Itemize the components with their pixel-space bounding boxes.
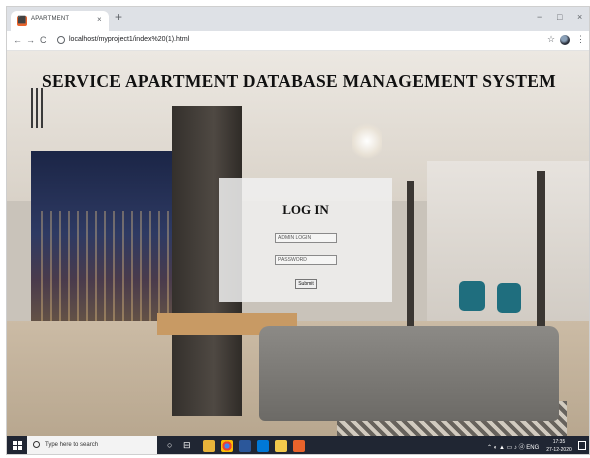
word-icon[interactable] (239, 440, 251, 452)
login-title: LOG IN (282, 202, 329, 217)
task-view-icon[interactable]: ⊟ (183, 440, 191, 451)
page-title: SERVICE APARTMENT DATABASE MANAGEMENT SY… (41, 71, 557, 91)
search-icon (33, 441, 40, 448)
tab-title: APARTMENT (31, 16, 70, 22)
taskbar-search-placeholder: Type here to search (45, 442, 99, 448)
new-tab-button[interactable]: + (115, 10, 122, 24)
address-bar[interactable]: localhost/myproject1/index%20(1).html (55, 34, 555, 48)
taskbar-search-box[interactable]: Type here to search (27, 436, 157, 454)
site-info-icon[interactable] (57, 36, 65, 44)
background-kitchen (427, 161, 589, 341)
profile-avatar-icon[interactable] (560, 35, 570, 45)
page-viewport: SERVICE APARTMENT DATABASE MANAGEMENT SY… (7, 51, 589, 436)
clock-date: 27-12-2020 (546, 447, 572, 453)
background-wall-slats (31, 88, 45, 128)
tab-apartment[interactable]: ⬛ APARTMENT × (11, 11, 109, 31)
background-chair (497, 283, 521, 313)
notification-icon[interactable] (578, 441, 586, 450)
password-input[interactable] (275, 255, 337, 265)
reload-button[interactable]: C (40, 35, 47, 45)
browser-toolbar: ← → C localhost/myproject1/index%20(1).h… (7, 31, 589, 51)
taskbar-clock[interactable]: 17:35 27-12-2020 (545, 438, 573, 454)
xampp-favicon-icon: ⬛ (17, 16, 27, 26)
admin-login-input[interactable] (275, 233, 337, 243)
background-chair (459, 281, 485, 311)
background-post (407, 181, 414, 331)
background-city-lights (41, 211, 181, 321)
tab-close-icon[interactable]: × (97, 15, 102, 24)
language-indicator[interactable]: ENG (526, 445, 539, 451)
browser-window: ⬛ APARTMENT × + − □ × ← → C localhost/my… (6, 6, 590, 455)
login-form: LOG IN Submit (219, 178, 392, 302)
windows-start-icon[interactable] (13, 441, 23, 451)
minimize-button[interactable]: − (537, 12, 542, 22)
background-sofa (259, 326, 559, 421)
submit-button[interactable]: Submit (295, 279, 317, 289)
cortana-icon[interactable]: ○ (167, 440, 172, 450)
browser-menu-icon[interactable]: ⋮ (576, 34, 585, 45)
windows-taskbar: Type here to search ○ ⊟ ⌃ ◐ ▲ ▭ ♪ ⓓ ENG … (7, 436, 589, 454)
forward-button[interactable]: → (26, 35, 35, 45)
url-text[interactable]: localhost/myproject1/index%20(1).html (69, 36, 189, 43)
xampp-icon[interactable] (293, 440, 305, 452)
tab-strip: ⬛ APARTMENT × + − □ × (7, 7, 589, 31)
system-tray[interactable]: ⌃ ◐ ▲ ▭ ♪ ⓓ ENG (487, 442, 539, 451)
bookmark-star-icon[interactable]: ☆ (547, 34, 555, 45)
pendant-lamp-icon (352, 121, 382, 161)
photos-icon[interactable] (257, 440, 269, 452)
file-explorer-icon[interactable] (203, 440, 215, 452)
maximize-button[interactable]: □ (557, 12, 562, 22)
clock-time: 17:35 (552, 439, 566, 445)
back-button[interactable]: ← (13, 35, 22, 45)
window-close-button[interactable]: × (577, 12, 582, 22)
chrome-icon[interactable] (221, 440, 233, 452)
sticky-notes-icon[interactable] (275, 440, 287, 452)
